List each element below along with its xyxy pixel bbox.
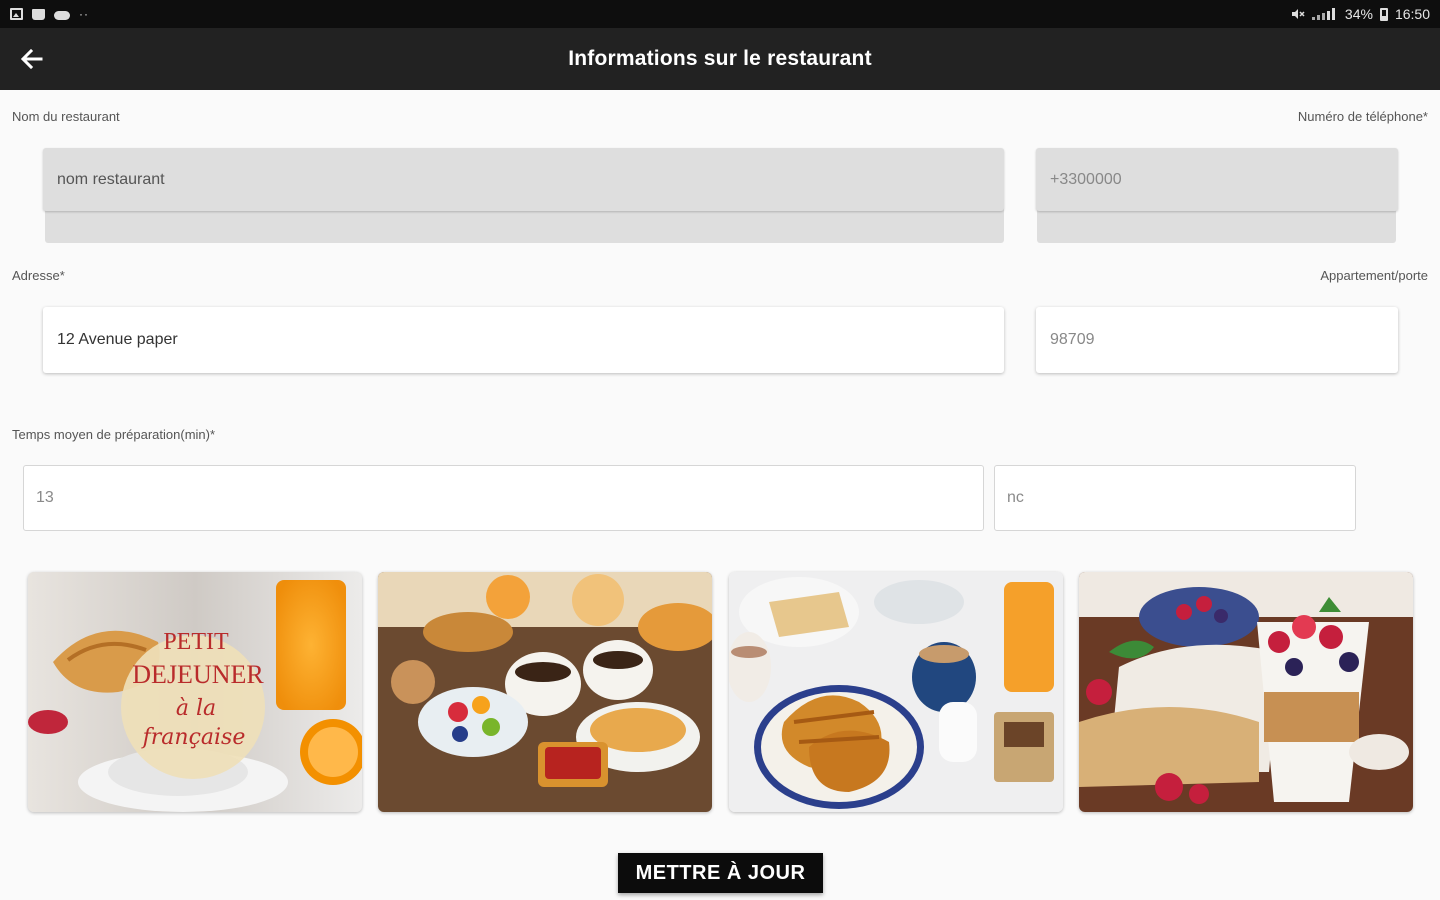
back-button[interactable]	[14, 41, 50, 77]
apartment-label: Appartement/porte	[1320, 268, 1428, 283]
breakfast-spread-illustration	[378, 572, 712, 812]
image-icon	[10, 8, 23, 20]
restaurant-name-value: nom restaurant	[57, 170, 165, 188]
extra-value: nc	[1007, 489, 1024, 506]
mute-icon	[1291, 9, 1305, 19]
image-text-line1: PETIT	[163, 629, 229, 655]
cloud-icon	[54, 11, 70, 20]
update-button[interactable]: METTRE À JOUR	[618, 853, 823, 893]
address-value: 12 Avenue paper	[57, 331, 178, 348]
battery-percent: 34%	[1344, 6, 1373, 22]
page-title: Informations sur le restaurant	[568, 47, 872, 70]
prep-time-input[interactable]: 13	[23, 465, 984, 531]
status-right: 34% 16:50	[1291, 6, 1430, 22]
croissants-coffee-image[interactable]	[729, 572, 1063, 812]
bag-icon	[32, 8, 45, 20]
restaurant-name-label: Nom du restaurant	[12, 109, 120, 124]
petit-dejeuner-illustration: PETIT DEJEUNER à la française	[28, 572, 362, 812]
phone-value: +3300000	[1050, 170, 1122, 188]
address-input[interactable]: 12 Avenue paper	[43, 307, 1004, 373]
image-text-line2: DEJEUNER	[132, 660, 264, 689]
phone-label: Numéro de téléphone*	[1297, 109, 1428, 124]
croissants-coffee-illustration	[729, 572, 1063, 812]
status-bar: ·· 34% 16:50	[0, 0, 1440, 28]
apartment-value: 98709	[1050, 331, 1095, 348]
image-text-line4: française	[141, 725, 246, 750]
address-label: Adresse*	[12, 268, 65, 283]
apartment-input[interactable]: 98709	[1036, 307, 1398, 373]
app-bar: Informations sur le restaurant	[0, 28, 1440, 90]
more-dots-icon: ··	[79, 7, 89, 21]
prep-time-label: Temps moyen de préparation(min)*	[12, 427, 216, 442]
petit-dejeuner-image[interactable]: PETIT DEJEUNER à la française	[28, 572, 362, 812]
status-left: ··	[10, 7, 89, 21]
yogurt-parfait-illustration	[1079, 572, 1413, 812]
clock: 16:50	[1394, 6, 1430, 22]
breakfast-spread-image[interactable]	[378, 572, 712, 812]
restaurant-name-field: nom restaurant	[43, 148, 1004, 211]
yogurt-parfait-image[interactable]	[1079, 572, 1413, 812]
image-text-line3: à la	[176, 696, 216, 721]
signal-icon	[1311, 8, 1338, 20]
arrow-left-icon	[21, 49, 43, 69]
prep-time-value: 13	[36, 489, 54, 506]
extra-input[interactable]: nc	[994, 465, 1356, 531]
phone-field: +3300000	[1036, 148, 1398, 211]
battery-icon	[1379, 7, 1388, 21]
